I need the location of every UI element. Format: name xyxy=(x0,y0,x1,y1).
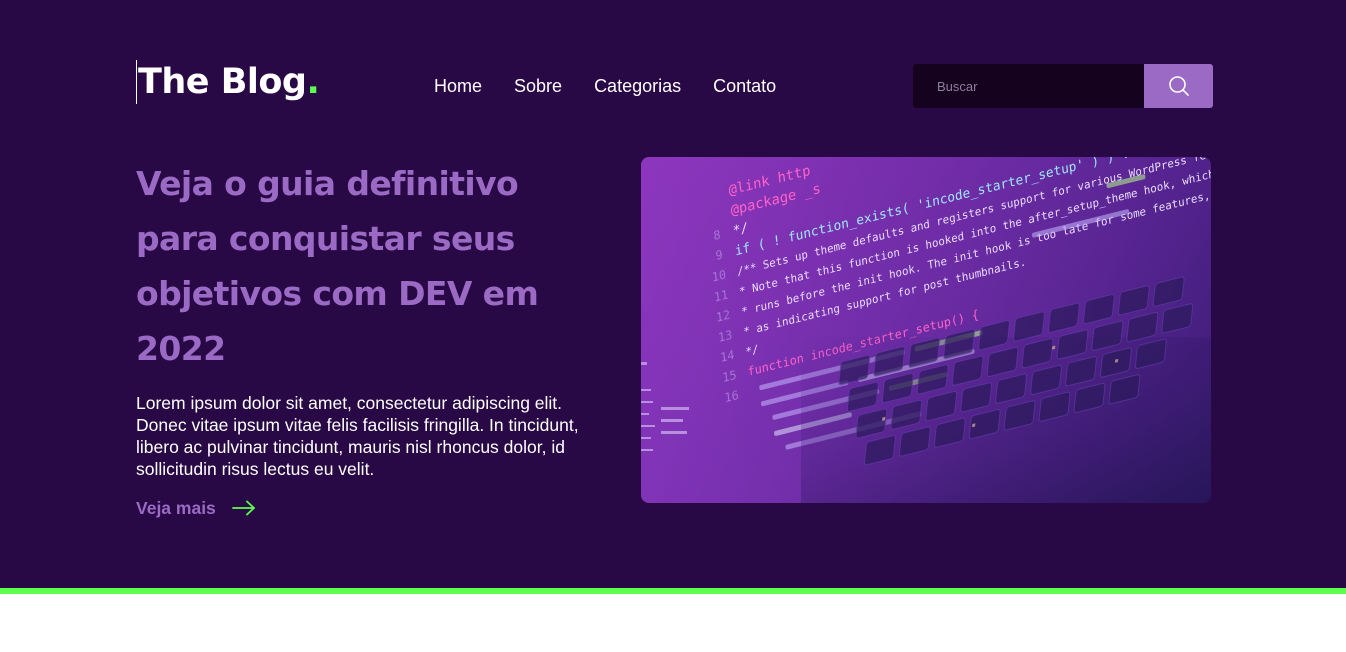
section-divider xyxy=(0,588,1346,594)
logo-text: The Blog xyxy=(138,62,307,102)
arrow-right-icon xyxy=(231,500,255,516)
hero-headline: Veja o guia definitivo para conquistar s… xyxy=(136,164,539,368)
read-more-label: Veja mais xyxy=(136,497,216,518)
read-more-link[interactable]: Veja mais xyxy=(136,495,256,521)
hero-section: The Blog. Home Sobre Categorias Contato … xyxy=(0,0,1346,588)
nav-categorias[interactable]: Categorias xyxy=(594,74,681,98)
hero-image: 8 9 10 11 12 13 14 15 16 @link http @pac… xyxy=(641,157,1211,503)
laptop-code-illustration: 8 9 10 11 12 13 14 15 16 @link http @pac… xyxy=(641,157,1211,503)
nav-home[interactable]: Home xyxy=(434,74,482,98)
logo-dot: . xyxy=(306,62,320,102)
svg-text:9: 9 xyxy=(715,247,723,263)
site-logo[interactable]: The Blog. xyxy=(136,60,320,104)
hero-description: Lorem ipsum dolor sit amet, consectetur … xyxy=(136,393,579,479)
search-button[interactable] xyxy=(1144,64,1213,108)
nav-contato[interactable]: Contato xyxy=(713,74,776,98)
nav-sobre[interactable]: Sobre xyxy=(514,74,562,98)
search-bar xyxy=(913,64,1213,108)
search-input[interactable] xyxy=(913,64,1144,108)
search-icon xyxy=(1168,76,1189,96)
main-nav: Home Sobre Categorias Contato xyxy=(434,74,776,98)
svg-text:8: 8 xyxy=(713,227,721,243)
